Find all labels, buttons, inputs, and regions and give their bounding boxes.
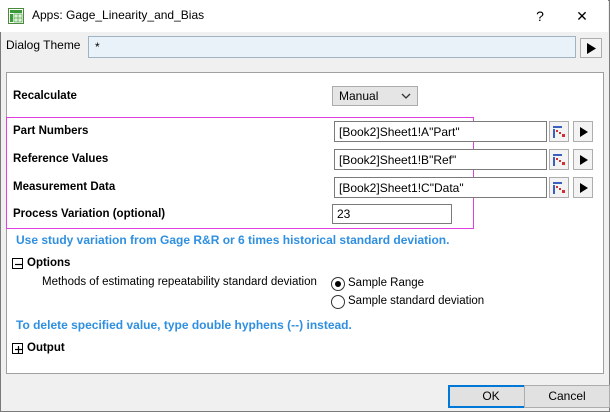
options-collapse-toggle[interactable] bbox=[12, 258, 23, 269]
part-numbers-input[interactable]: [Book2]Sheet1!A"Part" bbox=[334, 121, 547, 142]
title-bar: Apps: Gage_Linearity_and_Bias ? ✕ bbox=[0, 0, 608, 32]
methods-label: Methods of estimating repeatability stan… bbox=[42, 276, 317, 288]
recalculate-select[interactable]: Manual bbox=[332, 86, 418, 106]
reference-values-label: Reference Values bbox=[13, 153, 109, 165]
help-button[interactable]: ? bbox=[530, 5, 550, 27]
play-arrow-icon bbox=[587, 43, 596, 54]
sample-range-radio[interactable] bbox=[331, 277, 345, 291]
radio-selected-dot bbox=[335, 281, 341, 287]
process-variation-label: Process Variation (optional) bbox=[13, 208, 166, 220]
reference-values-input[interactable]: [Book2]Sheet1!B"Ref" bbox=[334, 149, 547, 170]
minus-icon bbox=[15, 263, 22, 266]
app-icon bbox=[8, 8, 24, 24]
part-numbers-select-range-button[interactable] bbox=[549, 121, 569, 142]
measurement-data-input[interactable]: [Book2]Sheet1!C"Data" bbox=[334, 177, 547, 198]
recalculate-value: Manual bbox=[339, 89, 379, 103]
measurement-data-label: Measurement Data bbox=[13, 181, 116, 193]
output-expand-toggle[interactable] bbox=[12, 343, 23, 354]
part-numbers-label: Part Numbers bbox=[13, 125, 89, 137]
play-arrow-icon bbox=[580, 155, 588, 165]
sample-sd-label[interactable]: Sample standard deviation bbox=[348, 295, 484, 307]
options-section-label[interactable]: Options bbox=[27, 257, 70, 269]
theme-menu-button[interactable] bbox=[580, 38, 602, 58]
sample-range-label[interactable]: Sample Range bbox=[348, 277, 424, 289]
dialog-theme-label: Dialog Theme bbox=[6, 38, 81, 52]
part-numbers-menu-button[interactable] bbox=[573, 121, 593, 142]
play-arrow-icon bbox=[580, 183, 588, 193]
cancel-button[interactable]: Cancel bbox=[524, 385, 610, 408]
delete-value-hint: To delete specified value, type double h… bbox=[16, 318, 352, 332]
select-range-icon bbox=[553, 182, 565, 194]
measurement-data-select-range-button[interactable] bbox=[549, 177, 569, 198]
close-button[interactable]: ✕ bbox=[570, 5, 594, 27]
chevron-down-icon bbox=[401, 93, 411, 99]
recalculate-label: Recalculate bbox=[13, 90, 77, 102]
sample-sd-radio[interactable] bbox=[331, 295, 345, 309]
process-variation-input[interactable]: 23 bbox=[332, 204, 452, 224]
dialog-theme-combo[interactable]: * bbox=[88, 36, 576, 58]
ok-button[interactable]: OK bbox=[448, 385, 534, 408]
output-section-label[interactable]: Output bbox=[27, 342, 65, 354]
reference-values-select-range-button[interactable] bbox=[549, 149, 569, 170]
plus-icon bbox=[15, 346, 22, 353]
play-arrow-icon bbox=[580, 127, 588, 137]
select-range-icon bbox=[553, 126, 565, 138]
reference-values-menu-button[interactable] bbox=[573, 149, 593, 170]
study-variation-hint: Use study variation from Gage R&R or 6 t… bbox=[16, 233, 450, 247]
select-range-icon bbox=[553, 154, 565, 166]
window-title: Apps: Gage_Linearity_and_Bias bbox=[32, 8, 205, 22]
measurement-data-menu-button[interactable] bbox=[573, 177, 593, 198]
